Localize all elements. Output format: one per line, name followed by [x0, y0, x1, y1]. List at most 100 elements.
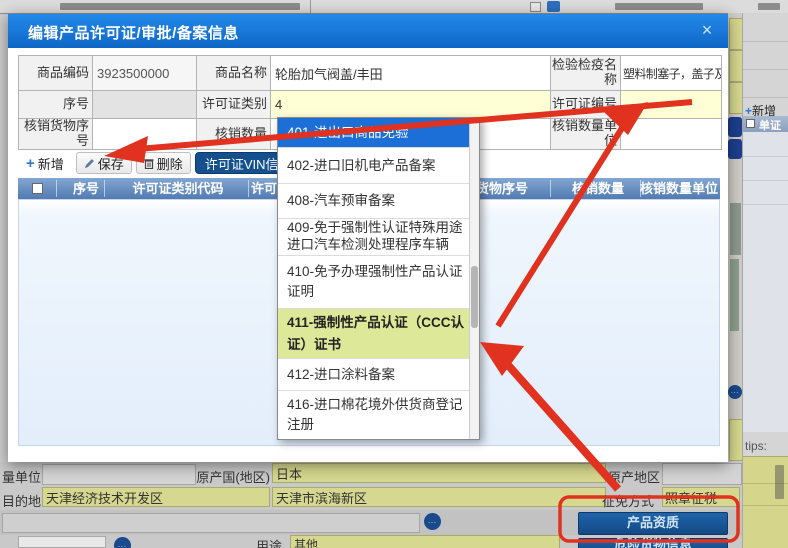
background-right-panel: +新增 单证 tips: [742, 13, 788, 548]
pencil-icon [84, 158, 94, 168]
scroll-strip[interactable] [730, 259, 739, 331]
divider [743, 156, 788, 157]
checkbox[interactable] [746, 119, 755, 128]
field-label: 核销货物序号 [19, 119, 93, 150]
divider [743, 180, 788, 181]
dropdown-option-402[interactable]: 402-进口旧机电产品备案 [278, 148, 470, 184]
writeoff-qty-unit-field[interactable] [621, 119, 722, 150]
dropdown-list: 401-进出口商品免验 402-进口旧机电产品备案 408-汽车预审备案 409… [278, 118, 470, 439]
divider [743, 69, 788, 70]
product-qualification-button[interactable]: 产品资质 [578, 512, 728, 535]
background-row-usage: ... 用途 其他 危险货物信息 [0, 535, 742, 548]
col-header-qty-unit: 核销数量单位 [639, 181, 718, 196]
close-icon[interactable]: × [696, 19, 718, 41]
dialog-title: 编辑产品许可证/审批/备案信息 [28, 25, 239, 42]
usage-label: 用途 [256, 539, 283, 548]
qty-unit-field[interactable] [42, 464, 196, 485]
background-row-destination: 目的地 天津经济技术开发区 天津市滨海新区 征免方式 照章征税 [0, 486, 742, 511]
dialog-titlebar: 编辑产品许可证/审批/备案信息 × [8, 14, 728, 48]
license-type-dropdown: 401-进出口商品免验 402-进口旧机电产品备案 408-汽车预审备案 409… [277, 117, 480, 440]
origin-country-label: 原产国(地区) [196, 470, 270, 485]
field-label: 商品编码 [19, 56, 93, 91]
usage-field[interactable]: 其他 [290, 535, 560, 548]
field-label: 检验检疫名称 [551, 56, 621, 91]
divider [743, 97, 788, 98]
background-top-strip [0, 0, 788, 14]
ellipsis-button[interactable]: ... [728, 385, 742, 399]
blurred-text-bar [775, 465, 784, 499]
screen: ... +新增 单证 tips: 量单位 原产国(地区) 日本 原产地区 目的地… [0, 0, 788, 548]
dropdown-option-412[interactable]: 412-进口涂料备案 [278, 359, 470, 391]
trash-icon [144, 158, 154, 169]
background-cell [729, 18, 743, 50]
origin-area-label: 原产地区 [608, 470, 661, 485]
select-all-checkbox[interactable] [32, 183, 43, 194]
delete-button[interactable]: 删除 [135, 152, 191, 174]
col-header-type-code: 许可证类别代码 [132, 181, 224, 196]
dropdown-scrollbar[interactable] [469, 118, 479, 439]
product-name-field[interactable]: 轮胎加气阀盖/丰田 [271, 56, 551, 91]
license-no-field[interactable] [621, 91, 722, 119]
background-cell [729, 50, 743, 82]
dropdown-scrollbar-thumb[interactable] [471, 266, 478, 328]
background-field[interactable] [2, 513, 420, 533]
dropdown-option-409[interactable]: 409-免于强制性认证特殊用途进口汽车检测处理程序车辆 [278, 219, 470, 256]
tax-mode-field[interactable]: 照章征税 [662, 487, 740, 507]
divider [310, 0, 311, 13]
blurred-text-bar [758, 3, 780, 10]
add-row-button[interactable]: + 新增 [18, 152, 72, 174]
background-cell [730, 203, 741, 255]
small-navy-button[interactable] [728, 139, 742, 159]
tips-label: tips: [745, 439, 768, 453]
dropdown-option-416[interactable]: 416-进口棉花境外供货商登记注册 [278, 391, 470, 439]
origin-country-field[interactable]: 日本 [272, 463, 606, 483]
divider [743, 204, 788, 205]
writeoff-goods-no-field[interactable] [93, 119, 197, 150]
background-note-area [743, 456, 788, 548]
background-row-buttons: ... 产品资质 [0, 510, 742, 536]
field-label: 核销数量单位 [551, 119, 621, 150]
divider [640, 180, 641, 197]
serial-no-field[interactable] [93, 91, 197, 119]
dropdown-option-401[interactable]: 401-进出口商品免验 [278, 118, 470, 148]
ellipsis-button[interactable]: ... [424, 513, 441, 530]
divider [743, 505, 788, 506]
small-blue-icon[interactable] [547, 1, 560, 12]
field-label: 许可证类别 [197, 91, 271, 119]
divider [550, 180, 551, 197]
dropdown-option-408[interactable]: 408-汽车预审备案 [278, 184, 470, 219]
field-label: 许可证编号 [551, 91, 621, 119]
background-header-label: 单证 [759, 120, 781, 132]
divider [248, 180, 249, 197]
small-navy-button[interactable] [728, 117, 742, 137]
divider [104, 180, 105, 197]
license-type-field[interactable]: 4 [271, 91, 551, 119]
ellipsis-button[interactable]: ... [114, 537, 131, 548]
dangerous-goods-button[interactable]: 危险货物信息 [578, 538, 728, 548]
destination-field-2[interactable]: 天津市滨海新区 [272, 487, 606, 507]
background-cell [729, 82, 743, 114]
save-button[interactable]: 保存 [75, 152, 132, 174]
divider [56, 180, 57, 197]
product-code-field[interactable]: 3923500000 [93, 56, 197, 91]
dialog-toolbar: + 新增 保存 删除 许可证VIN信息 [18, 152, 302, 174]
col-header-seq: 序号 [72, 181, 99, 196]
destination-field-1[interactable]: 天津经济技术开发区 [42, 487, 270, 507]
blurred-text-bar [60, 3, 300, 10]
inspection-name-field[interactable]: 塑料制塞子，盖子及 [621, 56, 722, 91]
dropdown-option-410[interactable]: 410-免予办理强制性产品认证证明 [278, 256, 470, 309]
origin-area-field[interactable] [662, 463, 742, 485]
field-label: 序号 [19, 91, 93, 119]
background-table-header: 单证 [743, 116, 788, 132]
background-table-body [743, 132, 788, 432]
background-field[interactable] [18, 536, 106, 548]
background-cell [729, 419, 743, 461]
divider [743, 41, 788, 42]
plus-icon: + [26, 154, 35, 172]
field-label: 商品名称 [197, 56, 271, 91]
qty-unit-label: 量单位 [2, 470, 42, 485]
background-row-origin: 量单位 原产国(地区) 日本 原产地区 [0, 462, 742, 487]
dropdown-option-411[interactable]: 411-强制性产品认证（CCC认证）证书 [278, 309, 470, 359]
blurred-text-bar [615, 3, 703, 10]
checkbox[interactable] [530, 2, 541, 12]
